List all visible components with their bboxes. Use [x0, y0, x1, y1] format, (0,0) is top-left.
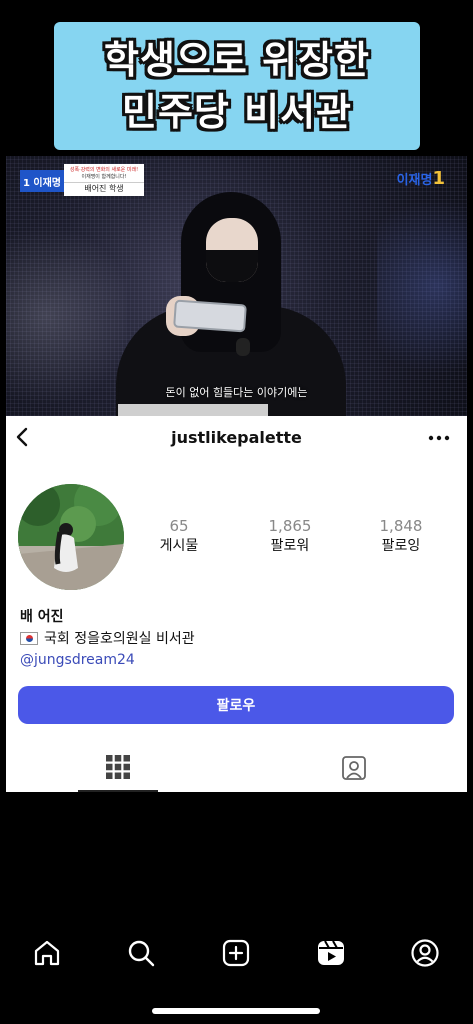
- podium: [118, 404, 268, 416]
- tab-tagged[interactable]: [314, 746, 394, 792]
- reels-icon[interactable]: [316, 938, 346, 968]
- caption-sub: 이재명이 함께합니다!: [81, 174, 127, 180]
- more-options-icon[interactable]: [427, 428, 451, 448]
- profile-username: justlikepalette: [171, 428, 302, 447]
- profile-icon[interactable]: [410, 938, 440, 968]
- caption-top: 성폭·강력의 변화의 새로운 미래!: [69, 167, 139, 173]
- stat-following-value: 1,848: [379, 517, 423, 535]
- video-frame[interactable]: 1 이재명 성폭·강력의 변화의 새로운 미래! 이재명이 함께합니다! 배어진…: [6, 156, 467, 416]
- bottom-nav: [0, 922, 473, 1024]
- tab-posts-grid[interactable]: [78, 746, 158, 792]
- news-logo: 1 이재명: [20, 170, 64, 192]
- stat-following-label: 팔로잉: [381, 538, 421, 554]
- stat-following[interactable]: 1,848 팔로잉: [356, 516, 446, 556]
- phone-in-hand: [173, 299, 247, 333]
- video-subtitle: 돈이 없어 힘들다는 이야기에는: [165, 386, 308, 399]
- stat-posts[interactable]: 65 게시물: [134, 516, 224, 556]
- search-icon[interactable]: [126, 938, 156, 968]
- speaker-mask: [206, 250, 258, 282]
- profile-bio: 국회 정을호의원실 비서관: [20, 628, 195, 648]
- stat-followers[interactable]: 1,865 팔로워: [245, 516, 335, 556]
- stat-followers-label: 팔로워: [270, 538, 310, 554]
- news-caption: 성폭·강력의 변화의 새로운 미래! 이재명이 함께합니다! 배어진 학생: [64, 164, 144, 196]
- tagged-icon: [340, 754, 368, 792]
- profile-bio-text: 국회 정을호의원실 비서관: [44, 631, 195, 647]
- grid-icon: [105, 754, 131, 784]
- avatar[interactable]: [18, 484, 124, 590]
- caption-name: 배어진 학생: [64, 182, 144, 194]
- home-indicator[interactable]: [152, 1008, 320, 1014]
- home-icon[interactable]: [32, 938, 62, 968]
- title-banner: 학생으로 위장한 민주당 비서관: [54, 22, 420, 150]
- profile-link[interactable]: @jungsdream24: [20, 652, 135, 668]
- create-icon[interactable]: [221, 938, 251, 968]
- stage-light: [377, 176, 467, 396]
- channel-mark: 이재명1: [397, 168, 445, 189]
- profile-header: justlikepalette: [6, 416, 467, 460]
- banner-line-2: 민주당 비서관: [122, 90, 352, 134]
- banner-line-1: 학생으로 위장한: [104, 38, 370, 82]
- follow-button[interactable]: 팔로우: [18, 686, 454, 724]
- microphone: [236, 338, 250, 356]
- stat-followers-value: 1,865: [268, 517, 312, 535]
- stat-posts-value: 65: [169, 517, 189, 535]
- profile-card: justlikepalette 65 게시물 1,865 팔로워 1,848 팔…: [6, 416, 467, 792]
- channel-mark-text: 이재명: [396, 173, 433, 188]
- channel-mark-number: 1: [432, 168, 445, 189]
- profile-name: 배 어진: [20, 609, 64, 625]
- korea-flag-icon: [20, 631, 38, 645]
- stat-posts-label: 게시물: [159, 538, 199, 554]
